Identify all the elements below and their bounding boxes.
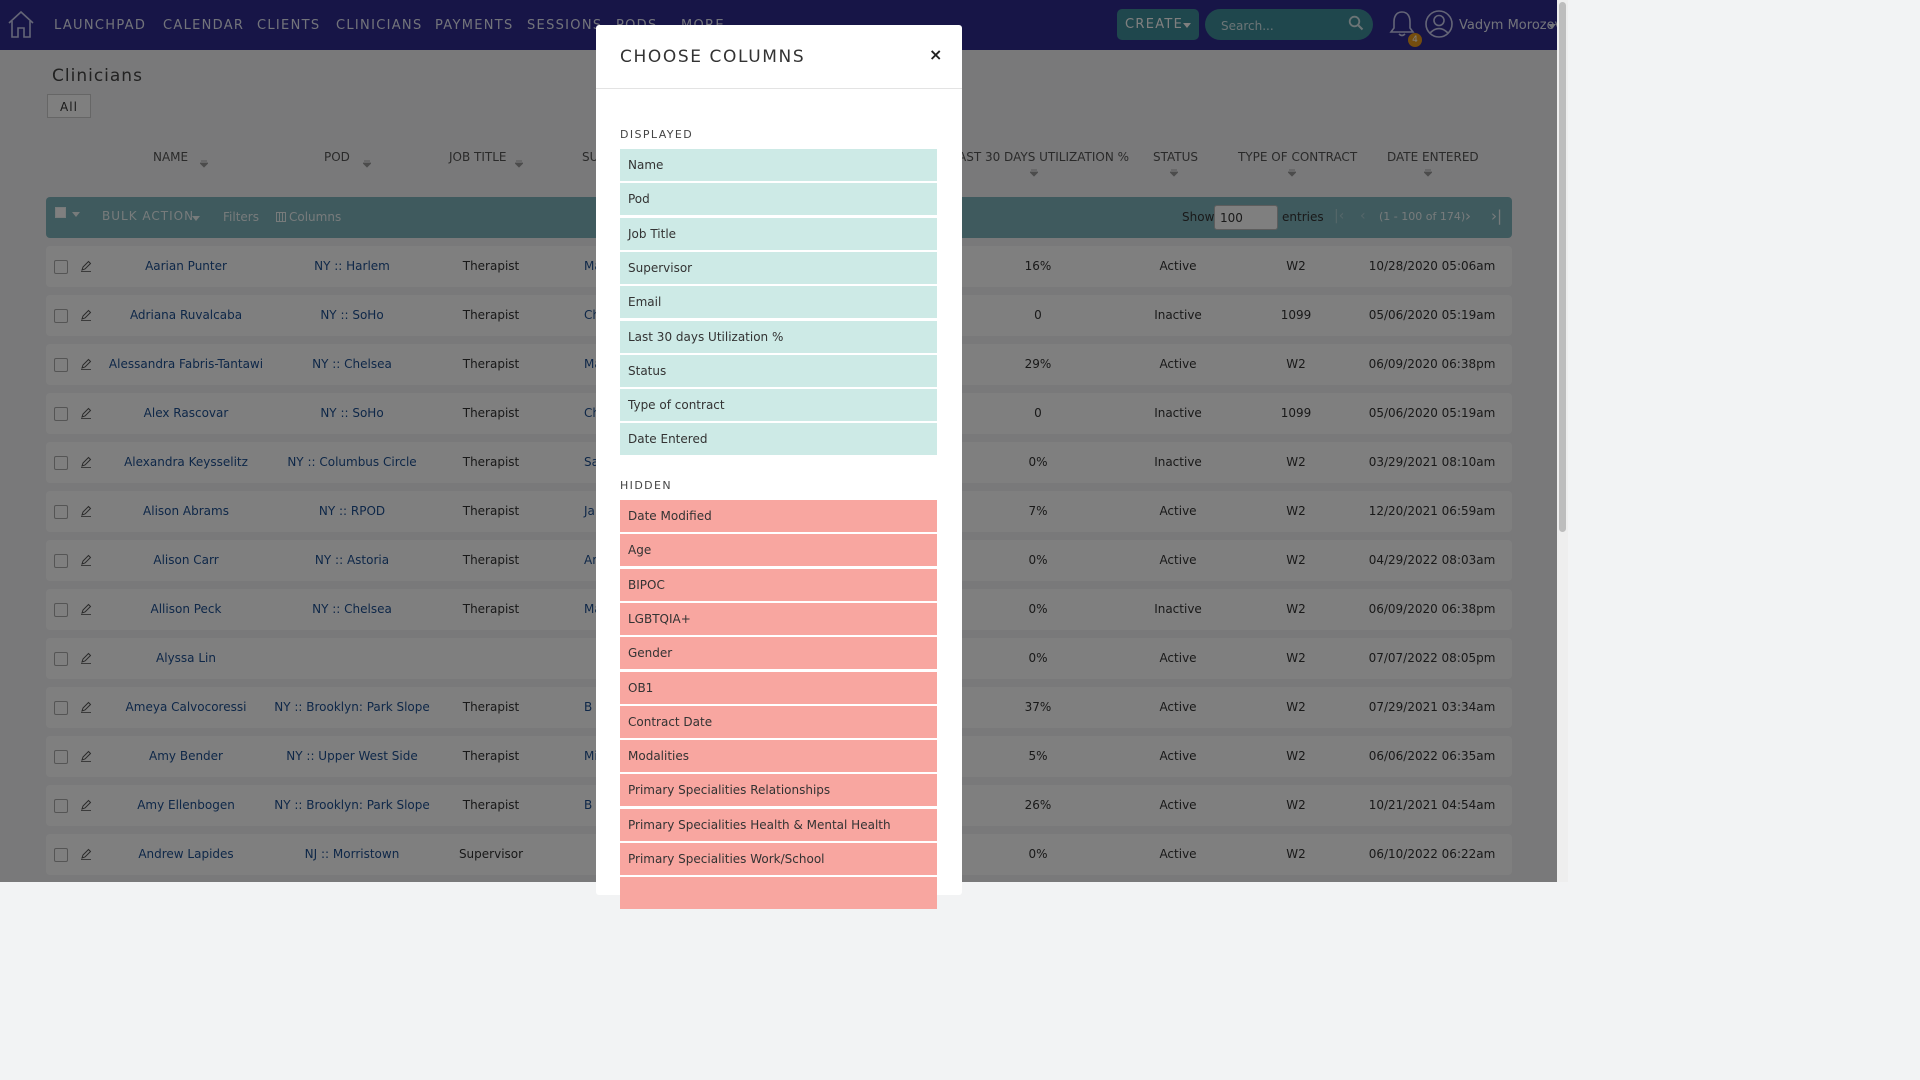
hidden-column-item[interactable]: OB1 xyxy=(620,671,937,704)
displayed-column-item[interactable]: Date Entered xyxy=(620,423,937,456)
choose-columns-modal: CHOOSE COLUMNS × DISPLAYED Name Pod Job Ti… xyxy=(596,25,962,910)
hidden-column-item[interactable] xyxy=(620,877,937,910)
displayed-column-item[interactable]: Status xyxy=(620,354,937,387)
displayed-column-item[interactable]: Name xyxy=(620,149,937,181)
hidden-column-item[interactable]: LGBTQIA+ xyxy=(620,602,937,635)
scrollbar-thumb[interactable] xyxy=(1559,2,1566,532)
modal-divider xyxy=(596,88,962,89)
hidden-column-item[interactable]: Primary Specialities Relationships xyxy=(620,774,937,807)
hidden-column-item[interactable]: BIPOC xyxy=(620,568,937,601)
hidden-column-item[interactable]: Age xyxy=(620,534,937,567)
modal-title: CHOOSE COLUMNS xyxy=(620,47,806,67)
displayed-column-item[interactable]: Supervisor xyxy=(620,251,937,284)
page-scrollbar[interactable] xyxy=(1557,0,1568,882)
displayed-column-item[interactable]: Pod xyxy=(620,183,937,216)
hidden-section-label: HIDDEN xyxy=(620,479,673,492)
hidden-column-item[interactable]: Primary Specialities Health & Mental Hea… xyxy=(620,808,937,841)
displayed-column-item[interactable]: Last 30 days Utilization % xyxy=(620,320,937,353)
hidden-column-item[interactable]: Primary Specialities Work/School xyxy=(620,843,937,875)
hidden-column-item[interactable]: Date Modified xyxy=(620,500,937,532)
close-icon[interactable]: × xyxy=(929,45,942,64)
hidden-column-item[interactable]: Modalities xyxy=(620,740,937,773)
hidden-column-item[interactable]: Gender xyxy=(620,637,937,670)
displayed-column-item[interactable]: Job Title xyxy=(620,217,937,250)
displayed-section-label: DISPLAYED xyxy=(620,128,694,141)
displayed-column-item[interactable]: Type of contract xyxy=(620,389,937,422)
displayed-column-item[interactable]: Email xyxy=(620,286,937,319)
hidden-column-item[interactable]: Contract Date xyxy=(620,705,937,738)
